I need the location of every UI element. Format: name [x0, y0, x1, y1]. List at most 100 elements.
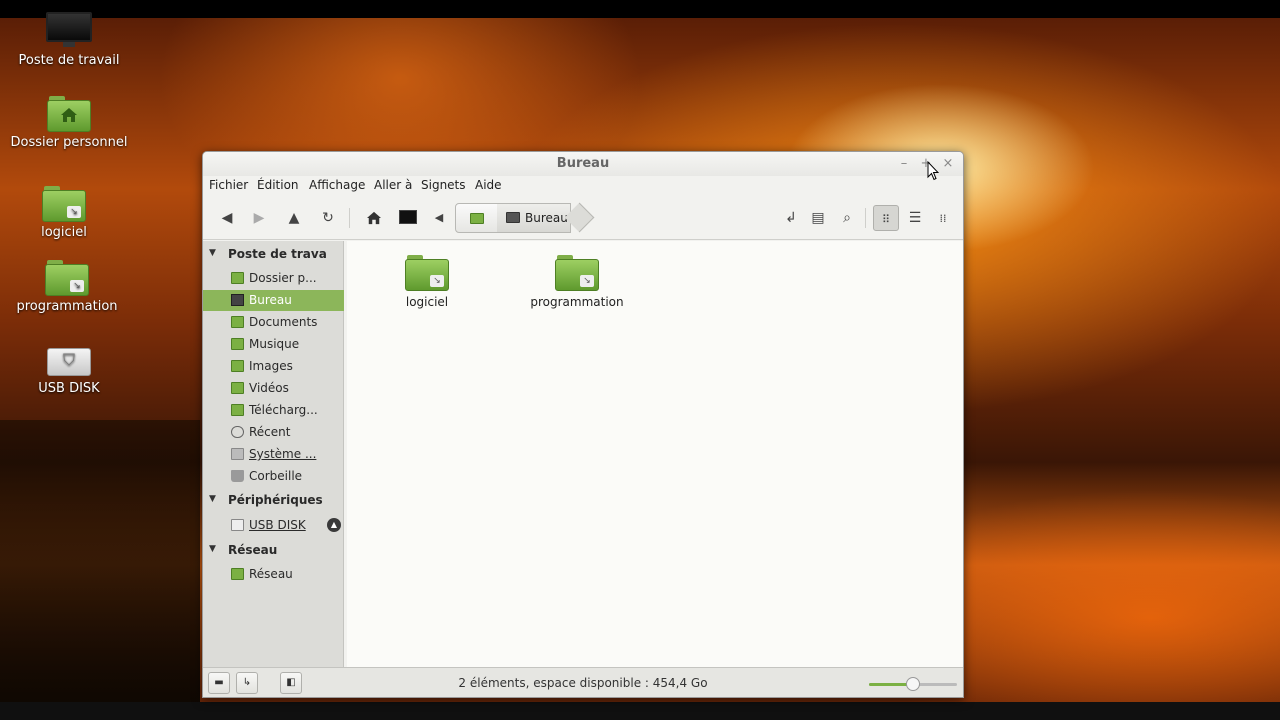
expander-icon: ▼ [209, 248, 216, 258]
file-view[interactable]: ↘ logiciel ↘ programmation [347, 241, 963, 667]
menu-fichier[interactable]: Fichier [209, 178, 248, 192]
sidebar-item-reseau[interactable]: Réseau [203, 564, 344, 585]
reload-button[interactable]: ↻ [315, 205, 341, 231]
breadcrumb-home[interactable] [455, 203, 499, 233]
sidebar-item-dossier-personnel[interactable]: Dossier p... [203, 268, 344, 289]
sidebar-section-peripheriques[interactable]: ▼ Périphériques [203, 490, 344, 512]
sidebar-item-label: Dossier p... [249, 271, 317, 285]
network-icon [231, 568, 244, 580]
forward-button[interactable]: ▶ [246, 205, 272, 231]
eject-icon[interactable]: ▲ [327, 518, 341, 532]
sidebar-item-telechargements[interactable]: Télécharg... [203, 400, 344, 421]
sidebar-section-computer[interactable]: ▼ Poste de trava [203, 244, 344, 266]
desktop-icon-label: Dossier personnel [10, 135, 128, 150]
sidebar-item-recent[interactable]: Récent [203, 422, 344, 443]
terminal-icon: ↲ [785, 210, 797, 226]
sidebar-section-title: Réseau [228, 543, 278, 557]
statusbar: ▬ ↳ ◧ 2 éléments, espace disponible : 45… [203, 667, 963, 697]
sidebar-item-systeme[interactable]: Système ... [203, 444, 344, 465]
icon-view-button[interactable]: ⠿ [873, 205, 899, 231]
up-icon: ▲ [288, 210, 300, 226]
computer-icon [46, 12, 92, 50]
computer-icon [399, 210, 417, 224]
menubar: Fichier Édition Affichage Aller à Signet… [203, 176, 963, 198]
sidebar-item-videos[interactable]: Vidéos [203, 378, 344, 399]
close-button[interactable]: × [939, 155, 957, 173]
folder-icon [231, 338, 244, 350]
toolbar-separator [349, 208, 350, 228]
desktop-icon-label: logiciel [41, 225, 87, 240]
sidebar-section-reseau[interactable]: ▼ Réseau [203, 540, 344, 562]
desktop-icon [231, 294, 244, 306]
menu-affichage[interactable]: Affichage [309, 178, 365, 192]
sidebar-item-label: Images [249, 359, 293, 373]
toolbar: ◀ ▶ ▲ ↻ ◀ Bureau ↲ ▤ ⌕ ⠿ ☰ ⁞⁞ [203, 198, 963, 240]
window-title: Bureau [556, 156, 610, 171]
desktop-icon-programmation[interactable]: ↘ programmation [2, 260, 132, 314]
icon-view-icon: ⠿ [881, 213, 891, 226]
status-text: 2 éléments, espace disponible : 454,4 Go [458, 676, 708, 690]
breadcrumb-current[interactable]: Bureau [497, 203, 571, 233]
sidebar-item-label: Récent [249, 425, 291, 439]
sidebar-toggle-icon: ◧ [286, 677, 296, 688]
zoom-slider-handle[interactable] [906, 677, 920, 691]
sidebar-item-usb-disk[interactable]: USB DISK ▲ [203, 515, 344, 536]
sidebar-item-musique[interactable]: Musique [203, 334, 344, 355]
menu-aide[interactable]: Aide [475, 178, 502, 192]
folder-icon [231, 404, 244, 416]
show-places-button[interactable]: ▬ [208, 672, 230, 694]
drive-icon [231, 519, 244, 531]
menu-edition[interactable]: Édition [257, 178, 299, 192]
sidebar-section-title: Périphériques [228, 493, 323, 507]
path-toggle-button[interactable]: ◀ [426, 205, 452, 231]
new-folder-icon: ▤ [811, 210, 825, 226]
taskbar [0, 702, 1280, 720]
desktop-icon [506, 212, 520, 223]
computer-button[interactable] [395, 205, 421, 231]
desktop-icon-usb[interactable]: ⛉ USB DISK [4, 344, 134, 396]
home-icon [367, 211, 381, 225]
folder-icon [231, 316, 244, 328]
menu-signets[interactable]: Signets [421, 178, 466, 192]
desktop-icon-logiciel[interactable]: ↘ logiciel [0, 186, 129, 240]
folder-icon [231, 360, 244, 372]
forward-icon: ▶ [253, 210, 265, 226]
up-button[interactable]: ▲ [281, 205, 307, 231]
compact-view-button[interactable]: ⁞⁞ [930, 205, 956, 231]
mouse-cursor-icon [927, 161, 939, 181]
sidebar-item-label: Télécharg... [249, 403, 318, 417]
menu-aller[interactable]: Aller à [374, 178, 412, 192]
sidebar-item-bureau[interactable]: Bureau [203, 290, 344, 311]
screen: Poste de travail Dossier personnel ↘ log… [0, 0, 1280, 720]
desktop-icon-computer[interactable]: Poste de travail [4, 12, 134, 68]
usb-drive-icon: ⛉ [47, 344, 91, 378]
folder-link-icon: ↘ [405, 255, 449, 291]
tree-icon: ↳ [242, 677, 252, 688]
sidebar-item-documents[interactable]: Documents [203, 312, 344, 333]
top-black-bar [0, 0, 1280, 18]
file-item-label: programmation [530, 295, 624, 309]
sidebar-item-label: Bureau [249, 293, 292, 307]
file-item-logiciel[interactable]: ↘ logiciel [377, 255, 477, 309]
back-button[interactable]: ◀ [214, 205, 240, 231]
home-button[interactable] [361, 205, 387, 231]
sidebar-item-images[interactable]: Images [203, 356, 344, 377]
sidebar-item-corbeille[interactable]: Corbeille [203, 466, 344, 487]
recent-icon [231, 426, 244, 438]
expander-icon: ▼ [209, 494, 216, 504]
desktop-icon-home[interactable]: Dossier personnel [4, 96, 134, 150]
search-button[interactable]: ⌕ [834, 205, 860, 231]
file-item-programmation[interactable]: ↘ programmation [527, 255, 627, 309]
toolbar-separator [865, 208, 866, 228]
open-terminal-button[interactable]: ↲ [778, 205, 804, 231]
zoom-slider[interactable] [869, 677, 957, 691]
new-folder-button[interactable]: ▤ [805, 205, 831, 231]
show-tree-button[interactable]: ↳ [236, 672, 258, 694]
minimize-button[interactable]: – [895, 155, 913, 173]
window-titlebar[interactable]: Bureau – + × [203, 152, 963, 176]
places-icon: ▬ [214, 677, 224, 688]
list-view-button[interactable]: ☰ [902, 205, 928, 231]
folder-icon [231, 272, 244, 284]
hide-sidebar-button[interactable]: ◧ [280, 672, 302, 694]
folder-link-icon: ↘ [42, 186, 86, 222]
